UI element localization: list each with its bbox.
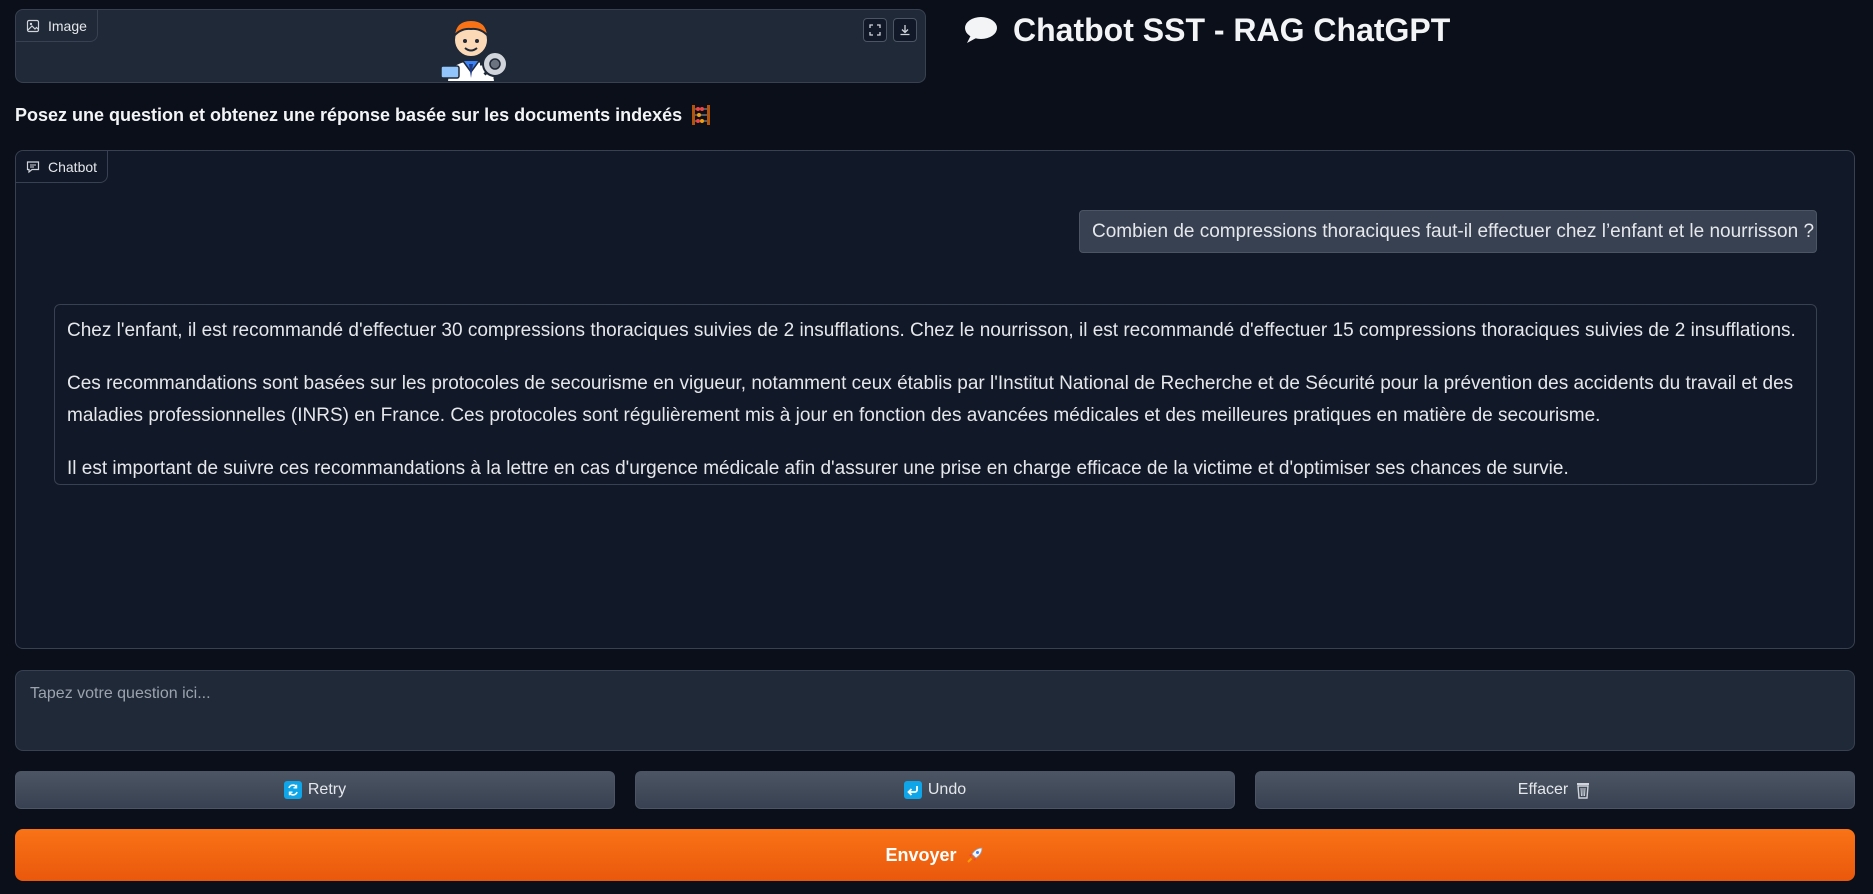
- app-root: Image Chatbot SST - RAG ChatGPT Posez un…: [0, 0, 1873, 894]
- send-button[interactable]: Envoyer: [15, 829, 1855, 881]
- chatbot-panel: Chatbot Combien de compressions thoraciq…: [15, 150, 1855, 649]
- chatbot-block-label: Chatbot: [16, 151, 109, 183]
- retry-icon: [283, 781, 302, 799]
- retry-label: Retry: [307, 781, 347, 798]
- user-message-text: Combien de compressions thoraciques faut…: [1092, 220, 1815, 242]
- assistant-paragraph: Il est important de suivre ces recommand…: [67, 458, 1569, 479]
- send-label: Envoyer: [885, 844, 957, 865]
- assistant-message: Chez l'enfant, il est recommandé d'effec…: [54, 304, 1817, 485]
- page-title-text: Chatbot SST - RAG ChatGPT: [1013, 11, 1451, 48]
- image-actions: [863, 18, 917, 42]
- speech-bubble-icon: [963, 15, 999, 45]
- trash-icon: [1574, 781, 1592, 799]
- doctor-avatar-image: [433, 12, 521, 83]
- assistant-paragraph: Chez l'enfant, il est recommandé d'effec…: [67, 320, 1796, 341]
- undo-button[interactable]: Undo: [635, 771, 1235, 809]
- chatbot-block-label-text: Chatbot: [48, 158, 98, 175]
- undo-label: Undo: [927, 781, 967, 798]
- page-title: Chatbot SST - RAG ChatGPT: [963, 8, 1450, 52]
- clear-label: Effacer: [1517, 781, 1569, 798]
- rocket-icon: [965, 845, 985, 865]
- abacus-icon: [690, 104, 712, 126]
- subtitle-text: Posez une question et obtenez une répons…: [15, 104, 683, 125]
- image-block-label: Image: [16, 10, 98, 42]
- fullscreen-button[interactable]: [863, 18, 887, 42]
- image-icon: [26, 19, 40, 33]
- download-icon: [900, 25, 910, 36]
- undo-icon: [903, 781, 922, 799]
- image-panel: Image: [15, 9, 926, 83]
- assistant-paragraph: Ces recommandations sont basées sur les …: [67, 373, 1794, 426]
- subtitle: Posez une question et obtenez une répons…: [15, 104, 712, 126]
- clear-button[interactable]: Effacer: [1255, 771, 1855, 809]
- image-block-label-text: Image: [48, 17, 87, 34]
- question-input[interactable]: [15, 670, 1855, 751]
- download-button[interactable]: [893, 18, 917, 42]
- user-message: Combien de compressions thoraciques faut…: [1079, 210, 1817, 253]
- fullscreen-icon: [869, 24, 881, 36]
- retry-button[interactable]: Retry: [15, 771, 615, 809]
- chat-icon: [26, 160, 40, 174]
